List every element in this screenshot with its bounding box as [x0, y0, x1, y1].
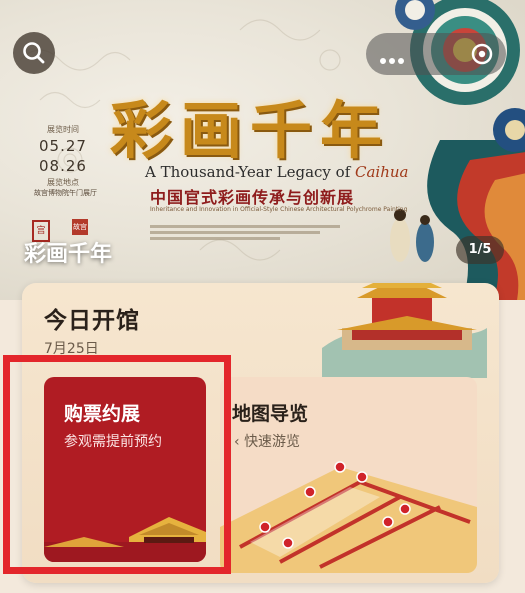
- banner-pager: 1/5: [456, 236, 504, 264]
- today-open-title: 今日开馆: [44, 308, 140, 334]
- map-title: 地图导览: [232, 403, 309, 425]
- lotus-ornament: [395, 0, 525, 152]
- highlight-frame: [3, 355, 231, 574]
- banner-label: 彩画千年: [24, 241, 113, 267]
- banner-title-art: 彩画千年: [110, 94, 391, 167]
- palace-illustration: [322, 283, 487, 378]
- palace-map-illustration: [220, 461, 477, 573]
- target-icon[interactable]: [470, 42, 494, 66]
- banner-title-en: A Thousand-Year Legacy of Caihua: [145, 163, 409, 181]
- search-button[interactable]: [13, 32, 55, 74]
- search-icon: [23, 42, 45, 64]
- banner-title-cn: 中国官式彩画传承与创新展: [150, 188, 355, 207]
- more-dots-icon[interactable]: [380, 49, 407, 68]
- exhibition-dates: 展览时间 05.27 08.26 展览地点 故宫博物院午门展厅: [34, 125, 97, 197]
- banner-fineprint: [150, 222, 350, 243]
- seal-stamp: 故宫: [72, 219, 88, 235]
- map-guide-card[interactable]: 地图导览 ‹ 快速游览: [220, 377, 477, 573]
- banner-subtitle: Inheritance and Innovation in Official-S…: [150, 206, 408, 213]
- capsule-menu[interactable]: [366, 33, 506, 75]
